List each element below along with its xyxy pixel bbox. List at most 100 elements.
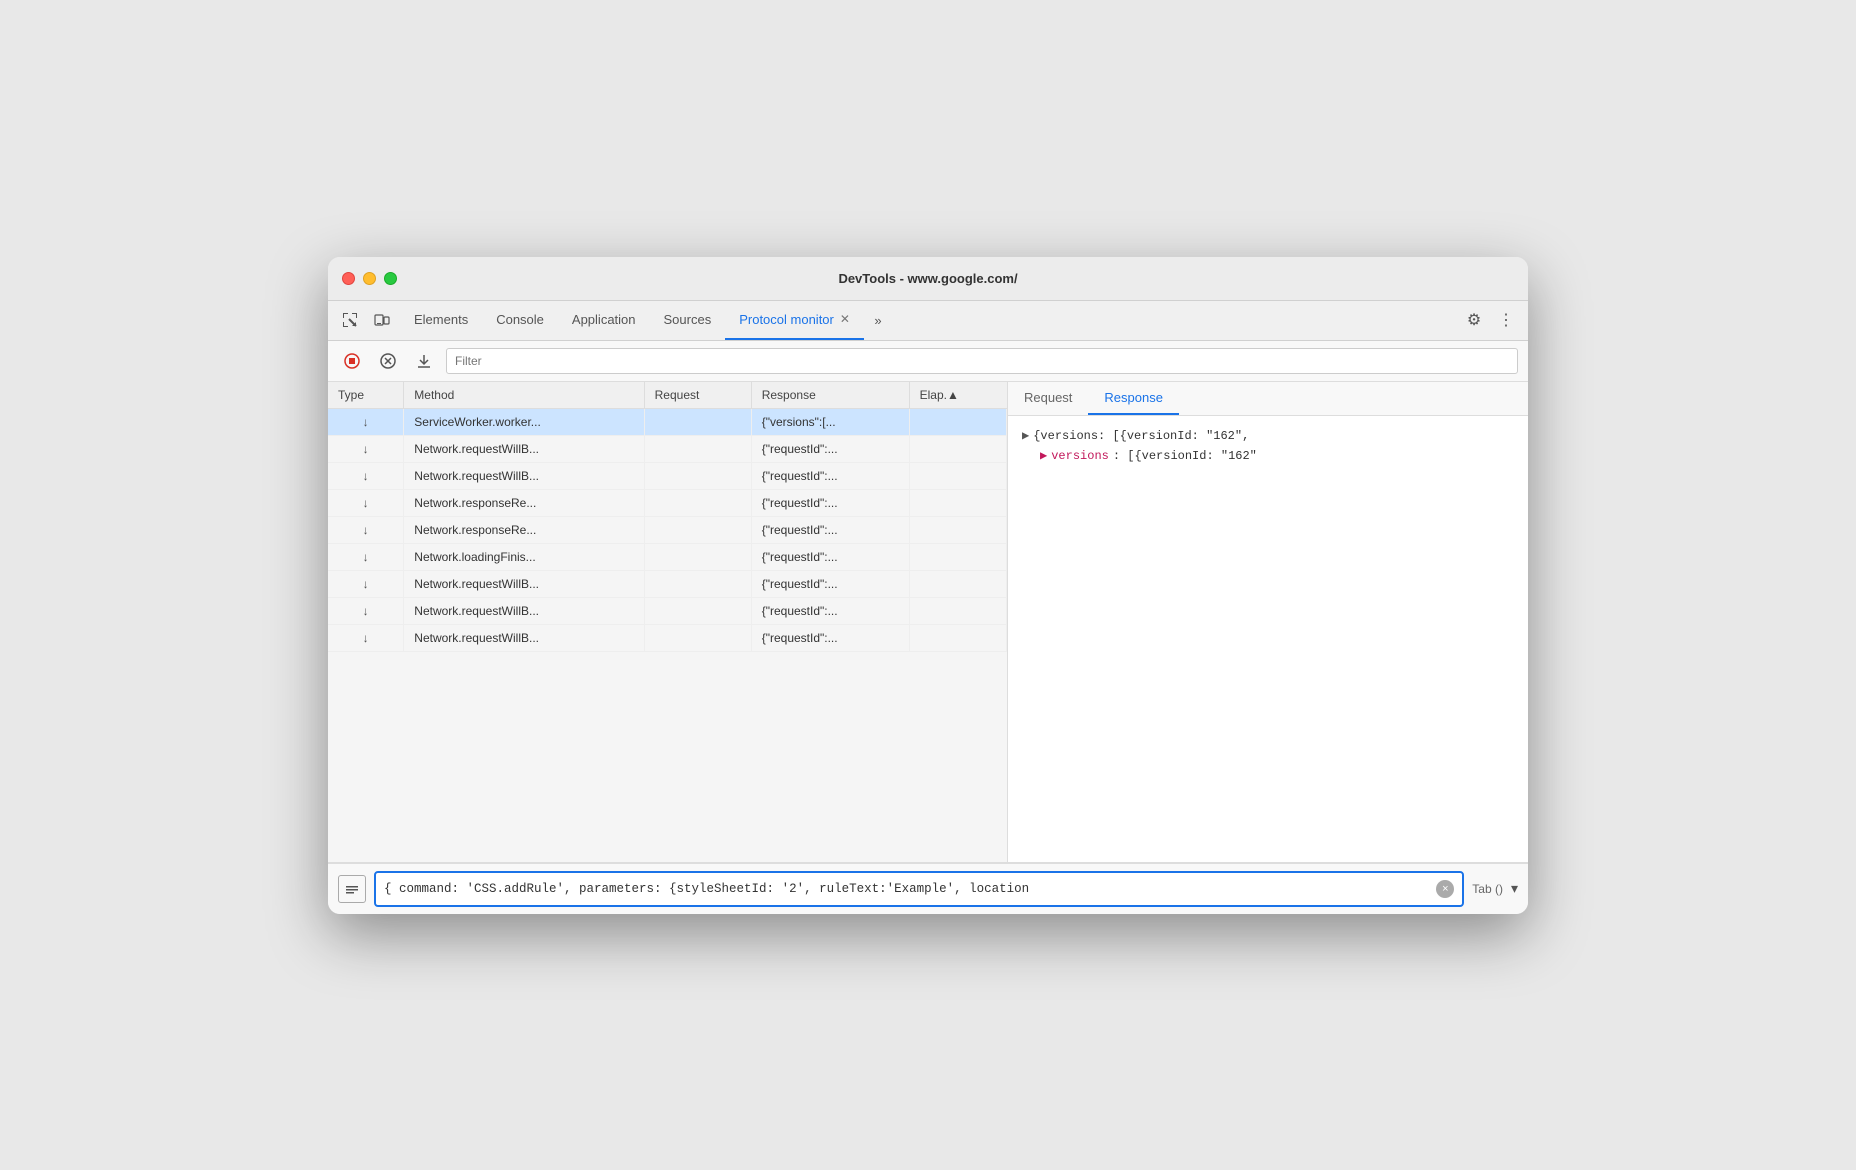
right-panel: Request Response ▶ {versions: [{versionI…	[1008, 382, 1528, 862]
console-toggle-button[interactable]	[338, 875, 366, 903]
stop-recording-button[interactable]	[338, 347, 366, 375]
cell-request	[644, 489, 751, 516]
cell-method: Network.responseRe...	[404, 489, 644, 516]
cell-request	[644, 462, 751, 489]
cell-elapsed	[909, 435, 1006, 462]
traffic-lights	[342, 272, 397, 285]
cell-method: ServiceWorker.worker...	[404, 408, 644, 435]
clear-button[interactable]	[374, 347, 402, 375]
window-title: DevTools - www.google.com/	[838, 271, 1017, 286]
devtools-window: DevTools - www.google.com/	[328, 257, 1528, 914]
table-row[interactable]: ↓Network.requestWillB... {"requestId":...	[328, 462, 1007, 489]
table-row[interactable]: ↓Network.responseRe... {"requestId":...	[328, 516, 1007, 543]
cell-elapsed	[909, 570, 1006, 597]
protocol-table: Type Method Request Response Elap.▲	[328, 382, 1007, 652]
more-tabs-icon[interactable]: »	[864, 306, 892, 334]
response-tab-bar: Request Response	[1008, 382, 1528, 416]
cell-response: {"requestId":...	[751, 624, 909, 651]
table-row[interactable]: ↓Network.requestWillB... {"requestId":...	[328, 597, 1007, 624]
cell-elapsed	[909, 543, 1006, 570]
table-row[interactable]: ↓ServiceWorker.worker... {"versions":[...	[328, 408, 1007, 435]
filter-input[interactable]	[446, 348, 1518, 374]
col-response[interactable]: Response	[751, 382, 909, 409]
inspect-element-icon[interactable]	[336, 306, 364, 334]
response-line-2: ▶ versions : [{versionId: "162"	[1022, 446, 1514, 466]
cell-elapsed	[909, 516, 1006, 543]
cell-elapsed	[909, 489, 1006, 516]
maximize-button[interactable]	[384, 272, 397, 285]
cell-type: ↓	[328, 489, 404, 516]
command-input-wrapper: ×	[374, 871, 1464, 907]
table-row[interactable]: ↓Network.loadingFinis... {"requestId":...	[328, 543, 1007, 570]
cell-type: ↓	[328, 543, 404, 570]
tab-close-icon[interactable]: ✕	[840, 312, 850, 326]
toolbar-right: ⚙ ⋮	[1460, 306, 1520, 334]
cell-response: {"requestId":...	[751, 435, 909, 462]
settings-icon[interactable]: ⚙	[1460, 306, 1488, 334]
cell-response: {"requestId":...	[751, 462, 909, 489]
cell-elapsed	[909, 462, 1006, 489]
cell-elapsed	[909, 597, 1006, 624]
cell-request	[644, 624, 751, 651]
cell-request	[644, 597, 751, 624]
tab-sources[interactable]: Sources	[650, 300, 726, 340]
close-button[interactable]	[342, 272, 355, 285]
tab-application[interactable]: Application	[558, 300, 650, 340]
cell-method: Network.requestWillB...	[404, 624, 644, 651]
left-panel: Type Method Request Response Elap.▲	[328, 382, 1008, 862]
minimize-button[interactable]	[363, 272, 376, 285]
expand-arrow-2[interactable]: ▶	[1040, 446, 1047, 466]
cell-request	[644, 435, 751, 462]
cell-request	[644, 570, 751, 597]
col-elapsed[interactable]: Elap.▲	[909, 382, 1006, 409]
title-bar: DevTools - www.google.com/	[328, 257, 1528, 301]
cell-response: {"requestId":...	[751, 489, 909, 516]
cell-request	[644, 408, 751, 435]
tab-request[interactable]: Request	[1008, 382, 1088, 415]
dropdown-arrow-icon[interactable]: ▾	[1511, 880, 1518, 897]
response-content: ▶ {versions: [{versionId: "162", ▶ versi…	[1008, 416, 1528, 477]
cell-response: {"requestId":...	[751, 597, 909, 624]
bottom-bar: × Tab () ▾	[328, 862, 1528, 914]
cell-method: Network.loadingFinis...	[404, 543, 644, 570]
clear-command-button[interactable]: ×	[1436, 880, 1454, 898]
cell-type: ↓	[328, 435, 404, 462]
tab-bar: Elements Console Application Sources Pro…	[328, 301, 1528, 341]
cell-type: ↓	[328, 624, 404, 651]
table-row[interactable]: ↓Network.requestWillB... {"requestId":...	[328, 624, 1007, 651]
cell-response: {"versions":[...	[751, 408, 909, 435]
response-line-1: ▶ {versions: [{versionId: "162",	[1022, 426, 1514, 446]
col-request[interactable]: Request	[644, 382, 751, 409]
tab-navigation: Elements Console Application Sources Pro…	[400, 300, 1456, 340]
cell-response: {"requestId":...	[751, 543, 909, 570]
col-method[interactable]: Method	[404, 382, 644, 409]
table-row[interactable]: ↓Network.responseRe... {"requestId":...	[328, 489, 1007, 516]
device-toolbar-icon[interactable]	[368, 306, 396, 334]
tab-protocol-monitor[interactable]: Protocol monitor ✕	[725, 300, 864, 340]
cell-type: ↓	[328, 570, 404, 597]
cell-method: Network.requestWillB...	[404, 570, 644, 597]
cell-method: Network.requestWillB...	[404, 597, 644, 624]
cell-response: {"requestId":...	[751, 570, 909, 597]
cell-elapsed	[909, 408, 1006, 435]
cell-method: Network.responseRe...	[404, 516, 644, 543]
action-bar	[328, 341, 1528, 382]
cell-response: {"requestId":...	[751, 516, 909, 543]
table-row[interactable]: ↓Network.requestWillB...{"requestId":...	[328, 435, 1007, 462]
cell-type: ↓	[328, 597, 404, 624]
cell-method: Network.requestWillB...	[404, 462, 644, 489]
cell-request	[644, 543, 751, 570]
col-type[interactable]: Type	[328, 382, 404, 409]
tab-console[interactable]: Console	[482, 300, 558, 340]
table-row[interactable]: ↓Network.requestWillB... {"requestId":...	[328, 570, 1007, 597]
command-input[interactable]	[384, 882, 1436, 896]
cell-request	[644, 516, 751, 543]
cell-type: ↓	[328, 408, 404, 435]
tab-elements[interactable]: Elements	[400, 300, 482, 340]
download-button[interactable]	[410, 347, 438, 375]
more-options-icon[interactable]: ⋮	[1492, 306, 1520, 334]
cell-type: ↓	[328, 462, 404, 489]
expand-arrow-1[interactable]: ▶	[1022, 426, 1029, 446]
tab-response[interactable]: Response	[1088, 382, 1179, 415]
cell-type: ↓	[328, 516, 404, 543]
